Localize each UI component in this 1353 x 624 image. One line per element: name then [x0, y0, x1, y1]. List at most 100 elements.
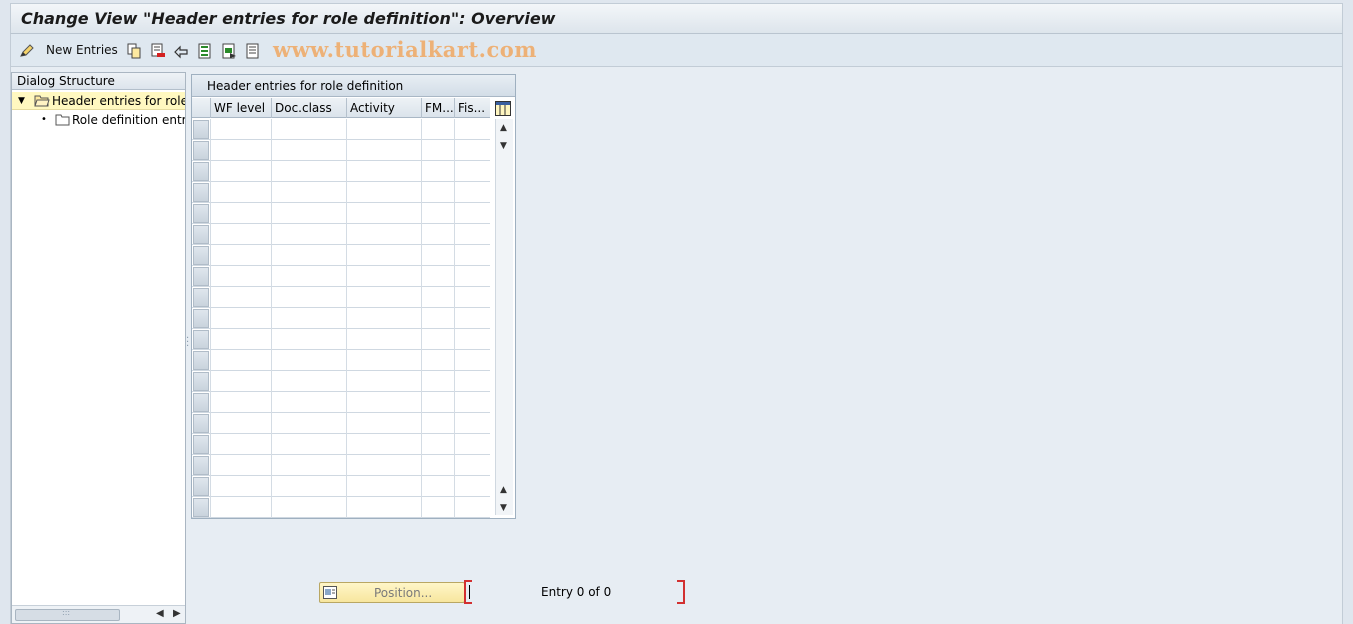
- table-row[interactable]: [192, 413, 490, 434]
- table-row[interactable]: [192, 203, 490, 224]
- table-row[interactable]: [192, 182, 490, 203]
- row-selector[interactable]: [193, 225, 209, 244]
- table-cell[interactable]: [271, 455, 346, 476]
- table-row[interactable]: [192, 476, 490, 497]
- table-row[interactable]: [192, 497, 490, 518]
- table-row[interactable]: [192, 140, 490, 161]
- table-cell[interactable]: [421, 413, 454, 434]
- table-cell[interactable]: [421, 392, 454, 413]
- row-selector[interactable]: [193, 414, 209, 433]
- panel-splitter-handle[interactable]: · · ·: [186, 334, 190, 352]
- scroll-page-down-icon[interactable]: ▼: [500, 503, 507, 513]
- table-cell[interactable]: [210, 413, 271, 434]
- row-selector[interactable]: [193, 456, 209, 475]
- row-selector[interactable]: [193, 267, 209, 286]
- table-cell[interactable]: [421, 350, 454, 371]
- table-cell[interactable]: [346, 161, 421, 182]
- undo-icon[interactable]: [173, 42, 189, 60]
- deselect-all-icon[interactable]: [245, 42, 261, 60]
- table-cell[interactable]: [421, 224, 454, 245]
- table-cell[interactable]: [346, 350, 421, 371]
- table-cell[interactable]: [210, 497, 271, 518]
- table-cell[interactable]: [454, 392, 490, 413]
- row-selector[interactable]: [193, 204, 209, 223]
- table-cell[interactable]: [346, 455, 421, 476]
- row-selector[interactable]: [193, 498, 209, 517]
- copy-icon[interactable]: [126, 42, 142, 60]
- table-cell[interactable]: [210, 455, 271, 476]
- table-cell[interactable]: [271, 287, 346, 308]
- table-cell[interactable]: [210, 392, 271, 413]
- table-cell[interactable]: [210, 371, 271, 392]
- table-cell[interactable]: [346, 287, 421, 308]
- table-cell[interactable]: [346, 497, 421, 518]
- table-cell[interactable]: [271, 182, 346, 203]
- row-selector[interactable]: [193, 309, 209, 328]
- table-cell[interactable]: [454, 287, 490, 308]
- row-selector[interactable]: [193, 330, 209, 349]
- table-cell[interactable]: [454, 329, 490, 350]
- table-cell[interactable]: [454, 203, 490, 224]
- table-cell[interactable]: [210, 308, 271, 329]
- row-selector[interactable]: [193, 162, 209, 181]
- column-header-fm[interactable]: FM...: [421, 98, 454, 118]
- table-cell[interactable]: [454, 224, 490, 245]
- position-input-bracket-left[interactable]: [464, 580, 472, 604]
- table-row[interactable]: [192, 455, 490, 476]
- table-cell[interactable]: [454, 308, 490, 329]
- table-cell[interactable]: [421, 476, 454, 497]
- row-selector[interactable]: [193, 183, 209, 202]
- select-all-column[interactable]: [192, 98, 210, 118]
- table-cell[interactable]: [454, 497, 490, 518]
- table-cell[interactable]: [271, 413, 346, 434]
- table-cell[interactable]: [271, 161, 346, 182]
- table-cell[interactable]: [210, 182, 271, 203]
- table-cell[interactable]: [271, 140, 346, 161]
- table-row[interactable]: [192, 245, 490, 266]
- table-cell[interactable]: [454, 350, 490, 371]
- table-cell[interactable]: [454, 182, 490, 203]
- table-cell[interactable]: [454, 161, 490, 182]
- table-cell[interactable]: [346, 434, 421, 455]
- row-selector[interactable]: [193, 435, 209, 454]
- table-cell[interactable]: [271, 224, 346, 245]
- row-selector[interactable]: [193, 120, 209, 139]
- table-cell[interactable]: [421, 287, 454, 308]
- table-cell[interactable]: [271, 476, 346, 497]
- pen-icon[interactable]: [19, 42, 35, 60]
- table-cell[interactable]: [210, 203, 271, 224]
- table-cell[interactable]: [346, 140, 421, 161]
- table-cell[interactable]: [421, 182, 454, 203]
- table-settings-icon[interactable]: [495, 101, 511, 116]
- table-cell[interactable]: [421, 266, 454, 287]
- table-cell[interactable]: [271, 350, 346, 371]
- table-cell[interactable]: [210, 350, 271, 371]
- table-cell[interactable]: [271, 266, 346, 287]
- scroll-thumb[interactable]: :::: [15, 608, 120, 621]
- table-cell[interactable]: [454, 140, 490, 161]
- table-row[interactable]: [192, 308, 490, 329]
- table-cell[interactable]: [421, 497, 454, 518]
- table-row[interactable]: [192, 161, 490, 182]
- table-cell[interactable]: [346, 413, 421, 434]
- dialog-structure-hscroll[interactable]: ::: ◀ ▶: [12, 605, 185, 623]
- table-cell[interactable]: [421, 203, 454, 224]
- table-cell[interactable]: [210, 434, 271, 455]
- table-cell[interactable]: [421, 371, 454, 392]
- table-cell[interactable]: [271, 203, 346, 224]
- table-cell[interactable]: [346, 392, 421, 413]
- row-selector[interactable]: [193, 141, 209, 160]
- scroll-down-icon[interactable]: ▼: [500, 141, 507, 151]
- row-selector[interactable]: [193, 288, 209, 307]
- new-entries-button[interactable]: New Entries: [46, 43, 118, 57]
- table-row[interactable]: [192, 287, 490, 308]
- table-cell[interactable]: [454, 413, 490, 434]
- row-selector[interactable]: [193, 477, 209, 496]
- column-header-doc-class[interactable]: Doc.class: [271, 98, 346, 118]
- select-all-icon[interactable]: [197, 42, 213, 60]
- table-cell[interactable]: [346, 203, 421, 224]
- table-row[interactable]: [192, 266, 490, 287]
- table-row[interactable]: [192, 224, 490, 245]
- column-header-wf-level[interactable]: WF level: [210, 98, 271, 118]
- tree-item-role-definition[interactable]: • Role definition entrie: [12, 111, 185, 129]
